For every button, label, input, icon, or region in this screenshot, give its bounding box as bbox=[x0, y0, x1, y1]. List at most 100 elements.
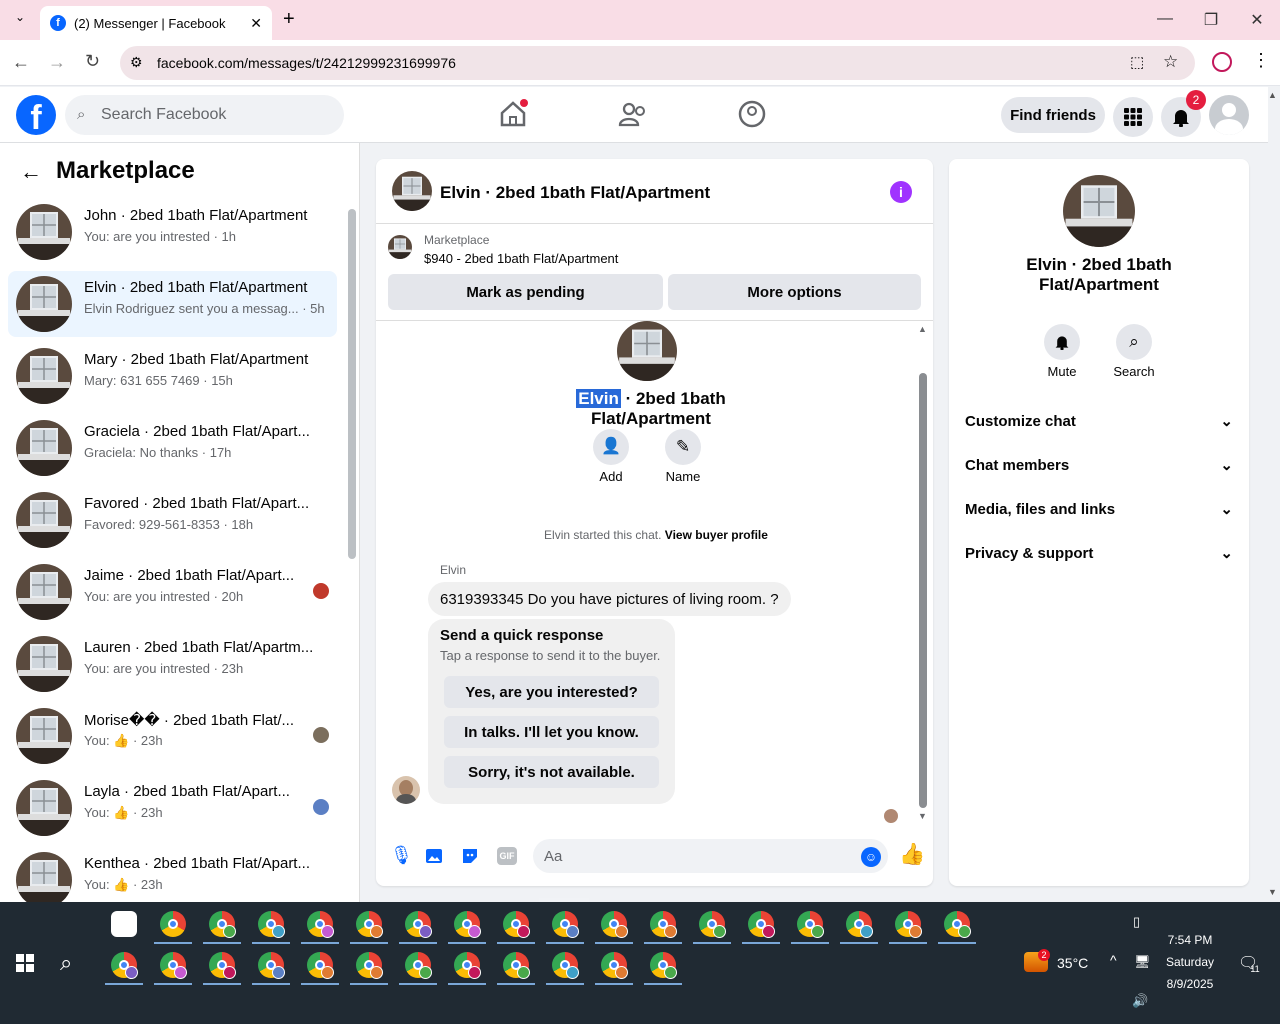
browser-tab[interactable]: f (2) Messenger | Facebook ✕ bbox=[40, 6, 272, 40]
chrome-taskbar-icon[interactable] bbox=[699, 911, 726, 938]
chrome-taskbar-icon[interactable] bbox=[503, 911, 530, 938]
chrome-taskbar-icon[interactable] bbox=[454, 911, 481, 938]
view-buyer-profile-link[interactable]: View buyer profile bbox=[665, 528, 768, 542]
message-bubble[interactable]: 6319393345 Do you have pictures of livin… bbox=[428, 582, 791, 616]
back-icon[interactable]: ← bbox=[12, 52, 30, 73]
chat-title[interactable]: Elvin · 2bed 1bath Flat/Apartment bbox=[440, 183, 710, 203]
chrome-taskbar-icon[interactable] bbox=[356, 911, 383, 938]
listing-title[interactable]: $940 - 2bed 1bath Flat/Apartment bbox=[424, 251, 618, 266]
tab-list-icon[interactable]: ⌄ bbox=[10, 10, 30, 30]
chrome-taskbar-icon[interactable] bbox=[895, 911, 922, 938]
more-options-button[interactable]: More options bbox=[668, 274, 921, 310]
edit-name-icon[interactable]: ✎ bbox=[665, 429, 701, 465]
conversation-item[interactable]: Jaime · 2bed 1bath Flat/Apart... You: are… bbox=[8, 559, 337, 625]
page-scroll-up-icon[interactable]: ▲ bbox=[1268, 90, 1277, 100]
photo-icon[interactable] bbox=[425, 847, 443, 865]
chrome-taskbar-icon[interactable] bbox=[405, 911, 432, 938]
chrome-taskbar-icon[interactable] bbox=[160, 952, 187, 979]
chrome-taskbar-icon[interactable] bbox=[160, 911, 186, 937]
chrome-taskbar-icon[interactable] bbox=[258, 911, 285, 938]
facebook-logo-icon[interactable]: f bbox=[16, 95, 56, 135]
chrome-taskbar-icon[interactable] bbox=[111, 952, 138, 979]
chrome-taskbar-icon[interactable] bbox=[650, 952, 677, 979]
conversation-item[interactable]: Layla · 2bed 1bath Flat/Apart... You: 👍 ·… bbox=[8, 775, 337, 841]
conversation-item[interactable]: Favored · 2bed 1bath Flat/Apart... Favore… bbox=[8, 487, 337, 553]
search-input[interactable]: ⌕ Search Facebook bbox=[65, 95, 344, 135]
message-input[interactable]: Aa bbox=[533, 839, 888, 873]
chrome-taskbar-icon[interactable] bbox=[650, 911, 677, 938]
chrome-taskbar-icon[interactable] bbox=[307, 911, 334, 938]
info-avatar[interactable] bbox=[1063, 175, 1135, 247]
snipping-tool-icon[interactable] bbox=[111, 911, 137, 937]
reload-icon[interactable]: ↻ bbox=[85, 51, 100, 72]
chrome-taskbar-icon[interactable] bbox=[454, 952, 481, 979]
search-conversation-icon[interactable]: ⌕ bbox=[1116, 324, 1152, 360]
restore-icon[interactable]: ❐ bbox=[1201, 10, 1221, 30]
conversation-item[interactable]: Graciela · 2bed 1bath Flat/Apart... Graci… bbox=[8, 415, 337, 481]
close-tab-icon[interactable]: ✕ bbox=[250, 15, 262, 32]
chrome-taskbar-icon[interactable] bbox=[748, 911, 775, 938]
chrome-taskbar-icon[interactable] bbox=[797, 911, 824, 938]
add-person-icon[interactable]: 👤 bbox=[593, 429, 629, 465]
info-icon[interactable]: i bbox=[890, 181, 912, 203]
close-window-icon[interactable]: ✕ bbox=[1247, 10, 1267, 30]
install-icon[interactable]: ⬚ bbox=[1130, 53, 1144, 71]
chrome-taskbar-icon[interactable] bbox=[307, 952, 334, 979]
search-icon[interactable]: ⌕ bbox=[60, 950, 72, 976]
conversation-item[interactable]: Morise�� · 2bed 1bath Flat/... You: 👍 · 2… bbox=[8, 703, 337, 769]
back-arrow-icon[interactable]: ← bbox=[20, 159, 42, 185]
privacy-support-section[interactable]: Privacy & support ⌄ bbox=[965, 541, 1233, 565]
friends-icon[interactable] bbox=[618, 99, 648, 129]
like-icon[interactable]: 👍 bbox=[899, 843, 925, 867]
home-icon[interactable] bbox=[498, 99, 528, 129]
media-files-section[interactable]: Media, files and links ⌄ bbox=[965, 497, 1233, 521]
quick-reply-button[interactable]: In talks. I'll let you know. bbox=[444, 716, 659, 748]
profile-icon[interactable] bbox=[1212, 52, 1232, 72]
emoji-icon[interactable]: ☺ bbox=[861, 847, 881, 867]
forward-icon[interactable]: → bbox=[48, 52, 66, 73]
chrome-taskbar-icon[interactable] bbox=[209, 911, 236, 938]
page-scroll-down-icon[interactable]: ▼ bbox=[1268, 887, 1277, 897]
microphone-icon[interactable]: 🎙 bbox=[390, 845, 413, 866]
scroll-up-icon[interactable]: ▲ bbox=[918, 324, 927, 334]
site-info-icon[interactable]: ⚙ bbox=[130, 54, 143, 71]
chrome-taskbar-icon[interactable] bbox=[552, 911, 579, 938]
chat-scrollbar[interactable] bbox=[919, 373, 927, 808]
volume-icon[interactable]: 🔊 bbox=[1132, 993, 1148, 1009]
chrome-taskbar-icon[interactable] bbox=[944, 911, 971, 938]
bookmark-star-icon[interactable]: ☆ bbox=[1163, 52, 1178, 72]
find-friends-button[interactable]: Find friends bbox=[1001, 97, 1105, 133]
conversation-item[interactable]: Elvin · 2bed 1bath Flat/Apartment Elvin R… bbox=[8, 271, 337, 337]
customize-chat-section[interactable]: Customize chat ⌄ bbox=[965, 409, 1233, 433]
chat-header-avatar[interactable] bbox=[392, 171, 432, 211]
mute-bell-icon[interactable] bbox=[1044, 324, 1080, 360]
mark-pending-button[interactable]: Mark as pending bbox=[388, 274, 663, 310]
chat-members-section[interactable]: Chat members ⌄ bbox=[965, 453, 1233, 477]
menu-grid-icon[interactable] bbox=[1113, 97, 1153, 137]
windows-start-icon[interactable] bbox=[16, 954, 34, 972]
chrome-taskbar-icon[interactable] bbox=[405, 952, 432, 979]
groups-icon[interactable] bbox=[737, 99, 767, 129]
chrome-taskbar-icon[interactable] bbox=[601, 911, 628, 938]
url-field[interactable]: ⚙ facebook.com/messages/t/24212999231699… bbox=[120, 46, 1195, 80]
listing-thumb[interactable] bbox=[388, 235, 412, 259]
chrome-taskbar-icon[interactable] bbox=[209, 952, 236, 979]
minimize-icon[interactable]: — bbox=[1155, 10, 1175, 30]
tray-chevron-icon[interactable]: ^ bbox=[1110, 952, 1117, 968]
chrome-taskbar-icon[interactable] bbox=[601, 952, 628, 979]
new-tab-icon[interactable]: + bbox=[283, 8, 295, 31]
chrome-taskbar-icon[interactable] bbox=[356, 952, 383, 979]
left-scrollbar[interactable] bbox=[348, 209, 356, 559]
scroll-down-icon[interactable]: ▼ bbox=[918, 811, 927, 821]
conversation-item[interactable]: Mary · 2bed 1bath Flat/Apartment Mary: 63… bbox=[8, 343, 337, 409]
clock-time[interactable]: 7:54 PM bbox=[1160, 933, 1220, 947]
conversation-item[interactable]: John · 2bed 1bath Flat/Apartment You: are… bbox=[8, 199, 337, 265]
profile-avatar[interactable] bbox=[617, 321, 677, 381]
account-avatar[interactable] bbox=[1209, 95, 1249, 135]
sender-avatar[interactable] bbox=[392, 776, 420, 804]
quick-reply-button[interactable]: Yes, are you interested? bbox=[444, 676, 659, 708]
tablet-mode-icon[interactable]: ▯ bbox=[1133, 914, 1140, 930]
browser-menu-icon[interactable]: ⋮ bbox=[1252, 50, 1270, 71]
conversation-item[interactable]: Lauren · 2bed 1bath Flat/Apartm... You: a… bbox=[8, 631, 337, 697]
chrome-taskbar-icon[interactable] bbox=[552, 952, 579, 979]
